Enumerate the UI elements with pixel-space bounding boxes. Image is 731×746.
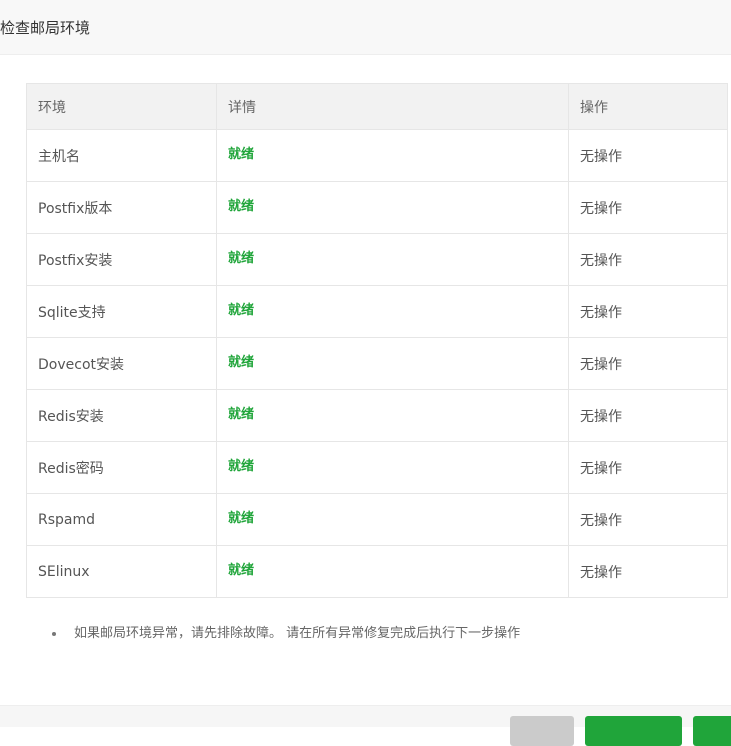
detail-cell: 就绪 [216, 441, 569, 494]
env-name-cell: Postfix版本 [26, 181, 217, 234]
detail-cell: 就绪 [216, 389, 569, 442]
status-ready-text: 就绪 [228, 511, 255, 526]
status-ready-text: 就绪 [228, 147, 255, 162]
op-cell: 无操作 [568, 545, 728, 598]
tip-item: 如果邮局环境异常，请先排除故障。 请在所有异常修复完成后执行下一步操作 [52, 624, 520, 644]
env-name-cell: Redis安装 [26, 389, 217, 442]
tips-list: 如果邮局环境异常，请先排除故障。 请在所有异常修复完成后执行下一步操作 [52, 624, 520, 644]
status-ready-text: 就绪 [228, 251, 255, 266]
detail-cell: 就绪 [216, 129, 569, 182]
op-cell: 无操作 [568, 181, 728, 234]
env-name-cell: Postfix安装 [26, 233, 217, 286]
environment-table: 环境 详情 操作 主机名 就绪 无操作 Postfix版本 就绪 无操作 Pos… [26, 83, 728, 598]
column-header-op: 操作 [568, 83, 728, 130]
env-name-cell: SElinux [26, 545, 217, 598]
status-ready-text: 就绪 [228, 563, 255, 578]
status-ready-text: 就绪 [228, 199, 255, 214]
column-header-detail: 详情 [216, 83, 569, 130]
table-row: SElinux 就绪 无操作 [26, 545, 728, 598]
env-name-cell: Dovecot安装 [26, 337, 217, 390]
confirm-button[interactable] [693, 716, 731, 746]
detail-cell: 就绪 [216, 181, 569, 234]
next-step-button[interactable] [585, 716, 682, 746]
status-ready-text: 就绪 [228, 355, 255, 370]
status-ready-text: 就绪 [228, 459, 255, 474]
detail-cell: 就绪 [216, 337, 569, 390]
column-header-env: 环境 [26, 83, 217, 130]
detail-cell: 就绪 [216, 233, 569, 286]
op-cell: 无操作 [568, 389, 728, 442]
dialog-header: 检查邮局环境 [0, 0, 731, 55]
env-name-cell: Rspamd [26, 493, 217, 546]
op-cell: 无操作 [568, 285, 728, 338]
table-row: Redis密码 就绪 无操作 [26, 441, 728, 494]
table-row: Sqlite支持 就绪 无操作 [26, 285, 728, 338]
detail-cell: 就绪 [216, 285, 569, 338]
op-cell: 无操作 [568, 337, 728, 390]
env-name-cell: Redis密码 [26, 441, 217, 494]
op-cell: 无操作 [568, 233, 728, 286]
table-row: Dovecot安装 就绪 无操作 [26, 337, 728, 390]
op-cell: 无操作 [568, 493, 728, 546]
table-row: Postfix版本 就绪 无操作 [26, 181, 728, 234]
table-row: 主机名 就绪 无操作 [26, 129, 728, 182]
status-ready-text: 就绪 [228, 303, 255, 318]
table-row: Rspamd 就绪 无操作 [26, 493, 728, 546]
table-row: Postfix安装 就绪 无操作 [26, 233, 728, 286]
env-name-cell: Sqlite支持 [26, 285, 217, 338]
bullet-icon [52, 632, 56, 636]
env-name-cell: 主机名 [26, 129, 217, 182]
detail-cell: 就绪 [216, 493, 569, 546]
status-ready-text: 就绪 [228, 407, 255, 422]
table-row: Redis安装 就绪 无操作 [26, 389, 728, 442]
table-header-row: 环境 详情 操作 [26, 83, 728, 130]
tip-text: 如果邮局环境异常，请先排除故障。 请在所有异常修复完成后执行下一步操作 [74, 626, 521, 641]
detail-cell: 就绪 [216, 545, 569, 598]
cancel-button[interactable] [510, 716, 574, 746]
op-cell: 无操作 [568, 129, 728, 182]
dialog-title: 检查邮局环境 [0, 19, 91, 37]
op-cell: 无操作 [568, 441, 728, 494]
